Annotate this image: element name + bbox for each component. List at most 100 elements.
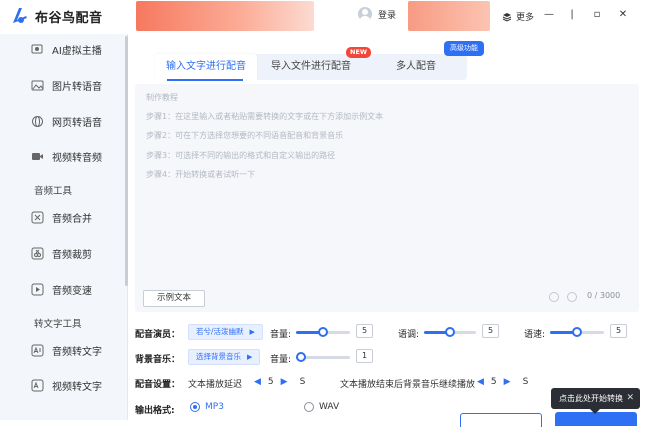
bgm-value: 选择背景音乐 [196,352,241,361]
sidebar-item-label: 视频转文字 [52,381,102,393]
slider-knob[interactable] [445,327,455,337]
delay-unit: S [299,377,306,387]
more-button[interactable]: 更多 [502,10,534,23]
pitch-value[interactable]: 5 [482,324,499,338]
speed-value[interactable]: 5 [610,324,627,338]
active-tab-indicator [167,79,243,81]
undo-icon[interactable] [549,292,559,302]
advanced-badge: 高级功能 [444,41,484,56]
volume-label: 音量: [270,330,292,340]
start-convert-button[interactable] [555,412,637,426]
speed-slider[interactable] [550,327,604,337]
tab-import-file[interactable]: 导入文件进行配音 [259,54,363,80]
sidebar-item-label: 网页转语音 [52,117,102,129]
sidebar-item-label: 音频转文字 [52,346,102,358]
triangle-right-icon: ▶ [247,353,253,361]
sidebar-item-web-to-speech[interactable]: 网页转语音 [30,112,102,130]
maximize-icon[interactable]: ▫ [590,9,604,20]
app-logo: 布谷鸟配音 [10,6,103,26]
mode-tabs: 输入文字进行配音 导入文件进行配音 多人配音 [155,54,467,80]
volume-value[interactable]: 5 [356,324,373,338]
close-icon[interactable]: ✕ [616,9,630,20]
guide-step: 步骤1：在这里输入或者粘贴需要转换的文字或在下方添加示例文本 [146,112,384,121]
audio-text-icon [30,343,44,357]
avatar-icon [30,42,44,56]
video-text-icon [30,378,44,392]
app-title: 布谷鸟配音 [35,10,103,26]
scissors-icon [30,246,44,260]
bgm-label: 背景音乐： [135,355,181,365]
bgm-volume-label: 音量: [270,355,292,365]
sidebar-item-video-to-audio[interactable]: 视频转音频 [30,147,102,165]
config-label: 配音设置： [135,380,181,390]
slider-knob[interactable] [318,327,328,337]
after-stepper[interactable]: ◀ 5 ▶ S [477,377,528,387]
sidebar-item-video-to-text[interactable]: 视频转文字 [30,376,102,394]
sidebar-item-audio-trim[interactable]: 音频裁剪 [30,244,92,262]
guide-step: 步骤2：可在下方选择您想要的不同语音配音和背景音乐 [146,131,344,140]
char-counter: 0 / 3000 [587,291,621,300]
decrease-icon[interactable]: ◀ [254,377,261,387]
guide-step: 步骤3：可选择不同的输出的格式和自定义输出的路径 [146,151,336,160]
preview-button[interactable] [460,413,542,427]
login-button[interactable]: 登录 [358,7,396,21]
sidebar-item-label: 视频转音频 [52,152,102,164]
slider-knob[interactable] [296,352,307,362]
video-icon [30,149,44,163]
merge-icon [30,210,44,224]
format-mp3-radio[interactable]: MP3 [190,402,224,412]
section-title-text: 转文字工具 [34,319,82,330]
layers-icon [502,12,512,22]
after-unit: S [522,377,529,387]
after-value: 5 [490,377,497,387]
format-option: MP3 [205,402,224,412]
delay-label: 文本播放延迟 [188,380,243,390]
title-bar: 布谷鸟配音 登录 更多 — | ▫ ✕ [0,0,650,34]
minimize-icon[interactable]: — [542,9,556,20]
sidebar-item-audio-speed[interactable]: 音频变速 [30,280,92,298]
slider-knob[interactable] [572,327,582,337]
sidebar-item-audio-merge[interactable]: 音频合并 [30,208,92,226]
format-option: WAV [319,402,340,412]
tab-multi-voice[interactable]: 多人配音 [365,54,467,80]
new-badge: NEW [346,47,372,58]
bgm-volume-slider[interactable] [296,352,350,362]
sidebar-item-audio-to-text[interactable]: 音频转文字 [30,341,102,359]
speed-icon [30,282,44,296]
voice-label: 配音演员： [135,330,181,340]
sidebar-item-label: 音频合并 [52,213,92,225]
redacted-banner [136,1,314,31]
bgm-select[interactable]: 选择背景音乐 ▶ [188,349,261,365]
sidebar-item-label: AI虚拟主播 [52,45,102,57]
text-editor[interactable]: 制作教程 步骤1：在这里输入或者粘贴需要转换的文字或在下方添加示例文本 步骤2：… [135,84,639,312]
format-wav-radio[interactable]: WAV [304,402,339,412]
volume-slider[interactable] [296,327,350,337]
sidebar-item-label: 图片转语音 [52,81,102,93]
separator-icon: | [570,9,574,20]
decrease-icon[interactable]: ◀ [477,377,484,387]
tooltip-text: 点击此处开始转换 [559,394,623,403]
bgm-volume-value[interactable]: 1 [356,349,373,363]
sample-text-button[interactable]: 示例文本 [143,290,205,307]
voice-value: 若兮/活泼幽默 [196,327,244,336]
sidebar-scrollbar[interactable] [125,36,128,286]
increase-icon[interactable]: ▶ [281,377,288,387]
sidebar-item-ai-anchor[interactable]: AI虚拟主播 [30,40,102,58]
guide-step: 步骤4：开始转换或者试听一下 [146,170,256,179]
close-icon[interactable]: ✕ [626,388,634,409]
pitch-slider[interactable] [424,327,476,337]
redo-icon[interactable] [567,292,577,302]
increase-icon[interactable]: ▶ [504,377,511,387]
delay-stepper[interactable]: ◀ 5 ▶ S [254,377,305,387]
sidebar-item-label: 音频裁剪 [52,249,92,261]
voice-select[interactable]: 若兮/活泼幽默 ▶ [188,324,263,340]
sidebar-item-label: 音频变速 [52,285,92,297]
speed-label: 语速: [524,330,546,340]
sidebar-item-image-to-speech[interactable]: 图片转语音 [30,76,102,94]
delay-value: 5 [267,377,274,387]
triangle-right-icon: ▶ [249,328,255,336]
guide-title: 制作教程 [146,93,178,102]
tab-input-text[interactable]: 输入文字进行配音 [155,54,257,80]
login-label: 登录 [378,10,397,21]
web-icon [30,114,44,128]
